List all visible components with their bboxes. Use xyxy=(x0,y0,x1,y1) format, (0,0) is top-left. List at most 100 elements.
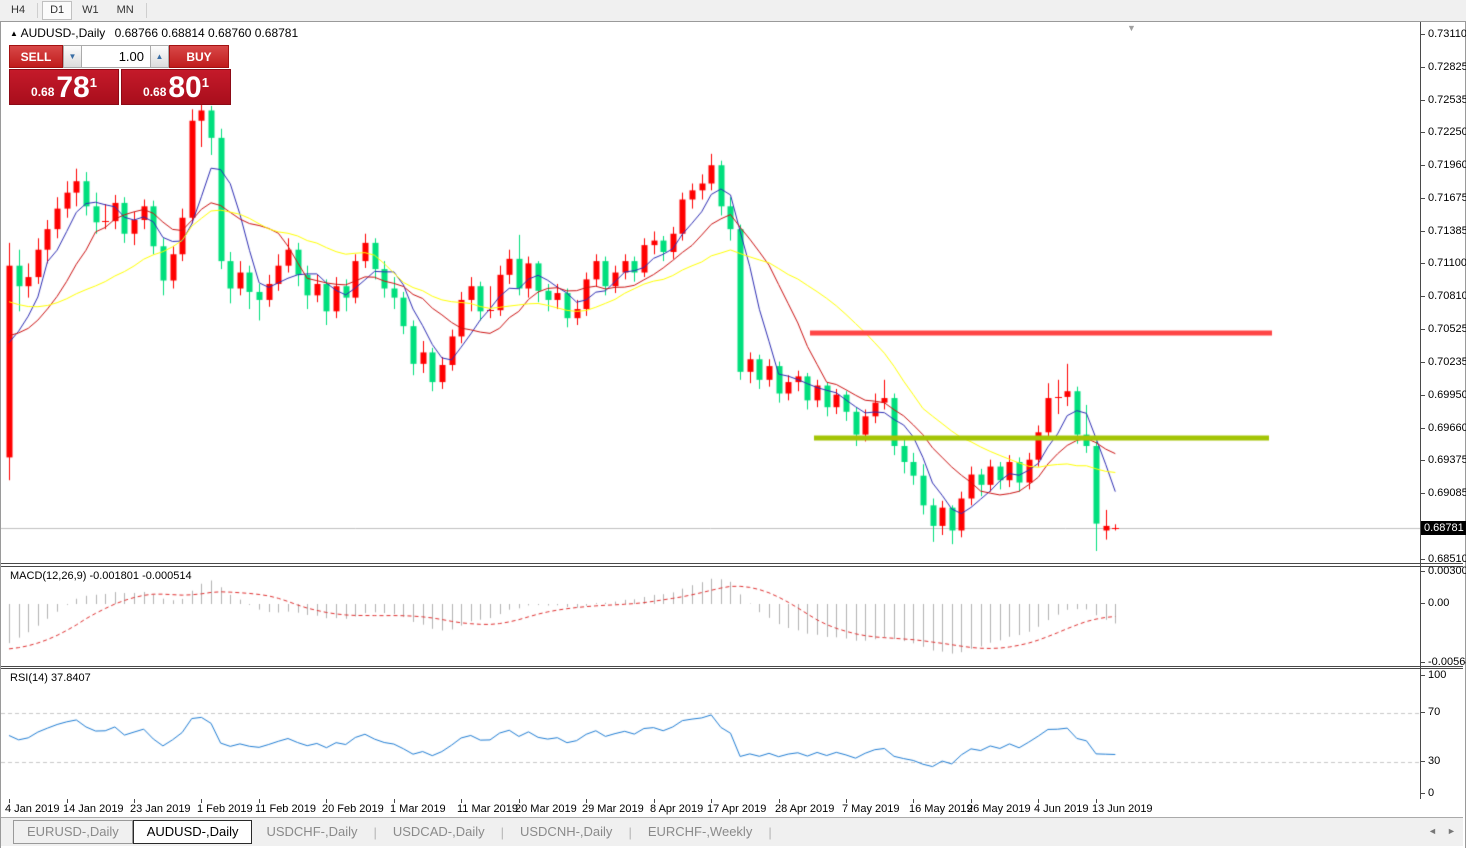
price-scale-tick xyxy=(1420,34,1425,35)
tabs-scroll-right-button[interactable]: ► xyxy=(1444,823,1459,839)
buy-price-point: 1 xyxy=(202,75,209,90)
tab-separator: | xyxy=(499,825,506,840)
price-scale-tick xyxy=(1420,493,1425,494)
volume-decrease-button[interactable]: ▼ xyxy=(63,45,82,68)
timeframe-button-mn[interactable]: MN xyxy=(109,1,142,20)
price-scale-tick xyxy=(1420,428,1425,429)
toolbar-separator xyxy=(146,3,147,18)
current-price-tag: 0.68781 xyxy=(1421,521,1466,535)
buy-button[interactable]: BUY xyxy=(169,45,229,68)
price-scale-tick xyxy=(1420,67,1425,68)
symbol-tab-usdcad[interactable]: USDCAD-,Daily xyxy=(379,820,499,844)
date-axis[interactable]: 4 Jan 201914 Jan 201923 Jan 20191 Feb 20… xyxy=(1,799,1463,817)
sell-price-pips: 78 xyxy=(56,74,89,102)
one-click-trading-widget: SELL ▼ ▲ BUY 0.68 78 1 0.68 80 1 xyxy=(9,45,231,105)
symbol-tab-usdchf[interactable]: USDCHF-,Daily xyxy=(252,820,371,844)
price-scale-label: 0.71100 xyxy=(1428,257,1466,269)
macd-chart-canvas[interactable] xyxy=(1,567,1420,664)
symbol-tab-audusd[interactable]: AUDUSD-,Daily xyxy=(133,820,253,844)
price-scale-label: 0.70235 xyxy=(1428,356,1466,368)
symbol-tab-eurusd[interactable]: EURUSD-,Daily xyxy=(13,820,133,844)
price-scale-tick xyxy=(1420,263,1425,264)
volume-input[interactable] xyxy=(82,45,150,68)
price-scale-tick xyxy=(1420,362,1425,363)
price-scale-label: 0.72825 xyxy=(1428,61,1466,73)
buy-price-panel[interactable]: 0.68 80 1 xyxy=(121,69,231,105)
rsi-scale-label: 0 xyxy=(1428,787,1434,799)
price-scale-tick xyxy=(1420,460,1425,461)
price-scale-tick xyxy=(1420,132,1425,133)
price-scale-label: 0.70810 xyxy=(1428,290,1466,302)
price-scale-label: 0.70525 xyxy=(1428,323,1466,335)
date-axis-label: 20 Feb 2019 xyxy=(322,803,384,815)
price-scale-tick xyxy=(1420,198,1425,199)
date-axis-label: 26 May 2019 xyxy=(967,803,1031,815)
date-axis-label: 7 May 2019 xyxy=(842,803,899,815)
rsi-scale-label: 30 xyxy=(1428,755,1440,767)
rsi-label: RSI(14) 37.8407 xyxy=(10,672,91,684)
date-axis-label: 4 Jun 2019 xyxy=(1034,803,1088,815)
trading-terminal: H4 D1W1MN ▲ AUDUSD-,Daily 0.68766 0.68814… xyxy=(0,0,1466,848)
date-axis-label: 14 Jan 2019 xyxy=(63,803,124,815)
sell-price-panel[interactable]: 0.68 78 1 xyxy=(9,69,119,105)
timeframe-toolbar: H4 D1W1MN xyxy=(0,0,1466,22)
symbol-name: AUDUSD-,Daily xyxy=(21,26,106,40)
ohlc-values: 0.68766 0.68814 0.68760 0.68781 xyxy=(115,26,299,40)
price-scale-tick xyxy=(1420,559,1425,560)
rsi-scale-tick xyxy=(1420,761,1425,762)
symbol-tab-eurchf[interactable]: EURCHF-,Weekly xyxy=(634,820,767,844)
tab-separator: | xyxy=(626,825,633,840)
macd-scale-tick xyxy=(1420,662,1425,663)
volume-increase-button[interactable]: ▲ xyxy=(150,45,169,68)
date-axis-label: 13 Jun 2019 xyxy=(1092,803,1153,815)
date-axis-label: 11 Mar 2019 xyxy=(457,803,518,815)
date-axis-label: 4 Jan 2019 xyxy=(5,803,59,815)
price-scale-label: 0.71675 xyxy=(1428,192,1466,204)
macd-scale-tick xyxy=(1420,603,1425,604)
buy-price-pips: 80 xyxy=(168,74,201,102)
sell-price-prefix: 0.68 xyxy=(31,85,54,99)
price-scale-tick xyxy=(1420,296,1425,297)
macd-scale-label: 0.003003 xyxy=(1428,565,1466,577)
rsi-indicator-pane[interactable]: RSI(14) 37.8407 xyxy=(1,668,1463,800)
chart-shift-marker-icon[interactable]: ▼ xyxy=(1127,23,1136,33)
symbol-tab-usdcnh[interactable]: USDCNH-,Daily xyxy=(506,820,626,844)
price-chart-pane[interactable]: ▲ AUDUSD-,Daily 0.68766 0.68814 0.68760 … xyxy=(1,22,1463,564)
date-axis-label: 1 Mar 2019 xyxy=(390,803,446,815)
date-axis-label: 29 Mar 2019 xyxy=(582,803,644,815)
date-axis-label: 20 Mar 2019 xyxy=(515,803,577,815)
price-scale-tick xyxy=(1420,395,1425,396)
macd-scale-label: 0.00 xyxy=(1428,597,1449,609)
rsi-scale-tick xyxy=(1420,793,1425,794)
price-scale-label: 0.71960 xyxy=(1428,159,1466,171)
timeframe-button-d1[interactable]: D1 xyxy=(42,1,72,20)
date-axis-label: 1 Feb 2019 xyxy=(197,803,253,815)
price-scale-label: 0.68510 xyxy=(1428,553,1466,565)
sell-button[interactable]: SELL xyxy=(9,45,63,68)
price-scale-label: 0.69375 xyxy=(1428,454,1466,466)
timeframe-button-h4[interactable]: H4 xyxy=(3,1,33,20)
date-axis-label: 8 Apr 2019 xyxy=(650,803,703,815)
rsi-scale-tick xyxy=(1420,675,1425,676)
tab-separator: | xyxy=(766,825,773,840)
chart-title: ▲ AUDUSD-,Daily 0.68766 0.68814 0.68760 … xyxy=(10,26,298,40)
price-scale-label: 0.71385 xyxy=(1428,225,1466,237)
price-scale-label: 0.69085 xyxy=(1428,487,1466,499)
price-scale-tick xyxy=(1420,329,1425,330)
macd-label: MACD(12,26,9) -0.001801 -0.000514 xyxy=(10,570,192,582)
rsi-chart-canvas[interactable] xyxy=(1,669,1420,797)
macd-scale-tick xyxy=(1420,571,1425,572)
rsi-scale-label: 70 xyxy=(1428,706,1440,718)
symbol-tab-strip: EURUSD-,DailyAUDUSD-,DailyUSDCHF-,Daily |… xyxy=(1,817,1463,846)
price-scale-tick xyxy=(1420,165,1425,166)
price-scale-label: 0.72535 xyxy=(1428,94,1466,106)
buy-price-prefix: 0.68 xyxy=(143,85,166,99)
collapse-arrow-icon[interactable]: ▲ xyxy=(10,29,18,38)
macd-indicator-pane[interactable]: MACD(12,26,9) -0.001801 -0.000514 xyxy=(1,566,1463,667)
price-scale-divider xyxy=(1420,22,1421,799)
tabs-scroll-left-button[interactable]: ◄ xyxy=(1425,823,1440,839)
timeframe-button-w1[interactable]: W1 xyxy=(74,1,107,20)
date-axis-label: 17 Apr 2019 xyxy=(707,803,766,815)
price-scale-tick xyxy=(1420,231,1425,232)
price-scale-label: 0.73110 xyxy=(1428,28,1466,40)
